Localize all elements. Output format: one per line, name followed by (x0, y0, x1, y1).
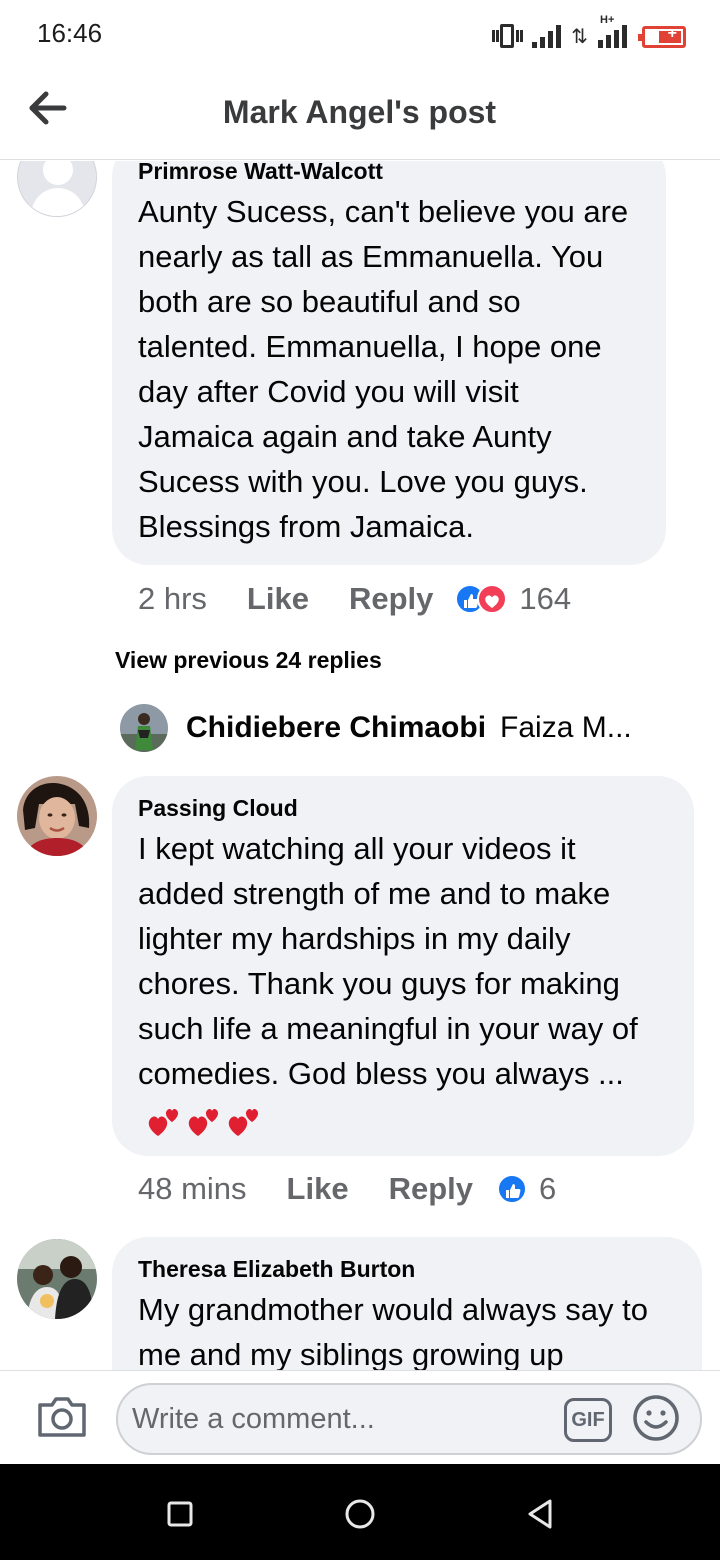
smiley-icon (633, 1395, 679, 1441)
comment-placeholder: Write a comment... (132, 1403, 375, 1435)
data-arrows-icon: ⇅ (571, 24, 588, 48)
comment-actions: 48 mins Like Reply 6 (138, 1171, 556, 1207)
heart-emoji-group (146, 1102, 264, 1140)
reply-button[interactable]: Reply (349, 581, 433, 617)
reaction-count: 164 (519, 581, 572, 616)
comment-composer: Write a comment... GIF (0, 1370, 720, 1464)
signal-icon (532, 24, 562, 48)
vibrate-icon (492, 24, 524, 48)
reaction-count: 6 (539, 1171, 557, 1206)
status-bar: 16:46 ⇅ H+ + (0, 0, 720, 68)
reply-text: Faiza M... (500, 711, 632, 744)
hearts-emoji-icon (188, 1108, 219, 1136)
comment-author[interactable]: Theresa Elizabeth Burton (138, 1255, 676, 1283)
comment-actions: 2 hrs Like Reply 164 (138, 581, 571, 617)
reply-button[interactable]: Reply (389, 1171, 473, 1207)
hplus-signal-icon: H+ (598, 14, 628, 48)
view-previous-replies[interactable]: View previous 24 replies (115, 647, 382, 674)
comment-bubble[interactable]: Passing Cloud I kept watching all your v… (112, 776, 694, 1156)
emoji-button[interactable] (632, 1394, 680, 1442)
default-avatar-icon (18, 161, 96, 216)
circle-icon (345, 1499, 375, 1529)
profile-photo (17, 1239, 97, 1319)
triangle-back-icon (528, 1499, 552, 1529)
reply-preview-row[interactable]: Chidiebere Chimaobi Faiza M... (120, 703, 632, 753)
comments-feed[interactable]: Primrose Watt-Walcott Aunty Sucess, can'… (0, 161, 720, 1370)
hearts-emoji-icon (228, 1108, 259, 1136)
comment-time[interactable]: 2 hrs (138, 581, 207, 617)
camera-icon (38, 1397, 86, 1437)
system-nav-bar (0, 1464, 720, 1560)
like-reaction-icon (497, 1174, 527, 1204)
reply-author: Chidiebere Chimaobi (186, 711, 487, 744)
gif-button[interactable]: GIF (564, 1398, 612, 1442)
reaction-summary[interactable]: 164 (455, 581, 571, 617)
avatar[interactable] (17, 776, 97, 856)
app-header: Mark Angel's post (0, 68, 720, 160)
page-title: Mark Angel's post (222, 94, 497, 130)
comment-bubble[interactable]: Primrose Watt-Walcott Aunty Sucess, can'… (112, 161, 666, 565)
profile-photo (17, 776, 97, 856)
like-button[interactable]: Like (287, 1171, 349, 1207)
comment-text: My grandmother would always say to me an… (138, 1292, 649, 1370)
status-icons: ⇅ H+ + (492, 14, 686, 48)
status-time: 16:46 (37, 18, 103, 48)
battery-icon: + (638, 25, 686, 48)
love-reaction-icon (477, 584, 508, 614)
like-button[interactable]: Like (247, 581, 309, 617)
back-nav-button[interactable] (520, 1494, 560, 1534)
camera-button[interactable] (36, 1393, 88, 1439)
hearts-emoji-icon (148, 1108, 179, 1136)
comment-bubble[interactable]: Theresa Elizabeth Burton My grandmother … (112, 1237, 702, 1370)
comment-text: I kept watching all your videos it added… (138, 831, 638, 1091)
reaction-summary[interactable]: 6 (497, 1171, 556, 1207)
avatar[interactable] (17, 1239, 97, 1319)
comment-author[interactable]: Primrose Watt-Walcott (138, 161, 640, 185)
comment-time[interactable]: 48 mins (138, 1171, 247, 1207)
comment-text: Aunty Sucess, can't believe you are near… (138, 194, 629, 544)
reply-avatar (120, 704, 168, 752)
recents-button[interactable] (160, 1494, 200, 1534)
avatar[interactable] (17, 161, 97, 217)
square-icon (167, 1501, 193, 1527)
comment-input[interactable]: Write a comment... GIF (116, 1383, 702, 1455)
comment-author[interactable]: Passing Cloud (138, 794, 668, 822)
home-button[interactable] (340, 1494, 380, 1534)
